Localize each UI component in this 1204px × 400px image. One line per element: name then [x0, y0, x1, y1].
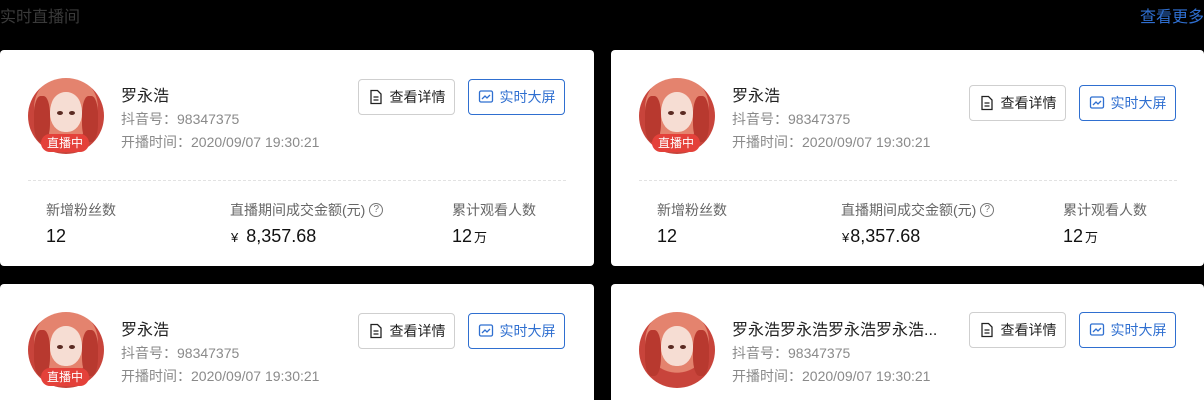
realtime-screen-button[interactable]: 实时大屏 — [468, 79, 565, 115]
view-detail-label: 查看详情 — [1000, 95, 1057, 111]
view-detail-button[interactable]: 查看详情 — [969, 85, 1066, 121]
document-icon — [369, 89, 382, 105]
realtime-screen-button[interactable]: 实时大屏 — [1079, 312, 1176, 348]
avatar[interactable] — [639, 312, 715, 388]
viewers-value: 12 — [452, 226, 473, 246]
viewers-unit: 万 — [1085, 230, 1099, 245]
gmv-value-group: ¥8,357.68 — [231, 226, 316, 247]
realtime-screen-label: 实时大屏 — [1110, 322, 1167, 338]
start-time: 开播时间：2020/09/07 19:30:21 — [121, 368, 320, 384]
help-icon[interactable]: ? — [980, 203, 995, 217]
view-detail-label: 查看详情 — [1000, 322, 1057, 338]
live-status-badge: 直播中 — [41, 134, 89, 152]
chart-icon — [1089, 323, 1104, 336]
view-detail-label: 查看详情 — [389, 323, 446, 339]
view-detail-button[interactable]: 查看详情 — [358, 313, 455, 349]
realtime-screen-button[interactable]: 实时大屏 — [1079, 85, 1176, 121]
viewers-label: 累计观看人数 — [452, 202, 536, 218]
start-time: 开播时间：2020/09/07 19:30:21 — [121, 134, 320, 150]
chart-icon — [478, 324, 493, 337]
document-icon — [369, 323, 382, 339]
gmv-label-group: 直播期间成交金额(元) ? — [841, 200, 995, 220]
realtime-screen-label: 实时大屏 — [499, 323, 556, 339]
view-detail-button[interactable]: 查看详情 — [358, 79, 455, 115]
live-room-card: 直播中 罗永浩 抖音号：98347375 开播时间：2020/09/07 19:… — [0, 50, 594, 266]
streamer-name: 罗永浩 — [732, 88, 781, 105]
help-icon[interactable]: ? — [369, 203, 384, 217]
viewers-label: 累计观看人数 — [1063, 202, 1147, 218]
live-room-card: 罗永浩罗永浩罗永浩罗永浩... 抖音号：98347375 开播时间：2020/0… — [611, 284, 1204, 400]
chart-icon — [1089, 96, 1104, 109]
streamer-name: 罗永浩 — [121, 322, 170, 339]
live-room-card: 直播中 罗永浩 抖音号：98347375 开播时间：2020/09/07 19:… — [611, 50, 1204, 266]
viewers-value-group: 12 万 — [1063, 226, 1098, 247]
viewers-value-group: 12 万 — [452, 226, 487, 247]
realtime-screen-button[interactable]: 实时大屏 — [468, 313, 565, 349]
new-fans-label: 新增粉丝数 — [46, 202, 116, 218]
streamer-name: 罗永浩 — [121, 88, 170, 105]
gmv-label: 直播期间成交金额(元) — [841, 202, 977, 218]
streamer-name: 罗永浩罗永浩罗永浩罗永浩... — [732, 322, 938, 339]
live-status-badge: 直播中 — [41, 368, 89, 386]
document-icon — [980, 95, 993, 111]
douyin-id: 抖音号：98347375 — [121, 345, 240, 361]
live-room-card: 直播中 罗永浩 抖音号：98347375 开播时间：2020/09/07 19:… — [0, 284, 594, 400]
new-fans-label: 新增粉丝数 — [657, 202, 727, 218]
section-title: 实时直播间 — [0, 9, 81, 26]
chart-icon — [478, 90, 493, 103]
document-icon — [980, 322, 993, 338]
divider — [639, 180, 1177, 181]
douyin-id: 抖音号：98347375 — [121, 111, 240, 127]
start-time: 开播时间：2020/09/07 19:30:21 — [732, 368, 931, 384]
view-detail-button[interactable]: 查看详情 — [969, 312, 1066, 348]
live-status-badge: 直播中 — [652, 134, 700, 152]
currency-symbol: ¥ — [842, 230, 850, 245]
viewers-value: 12 — [1063, 226, 1084, 246]
start-time: 开播时间：2020/09/07 19:30:21 — [732, 134, 931, 150]
gmv-value: 8,357.68 — [246, 226, 317, 246]
gmv-label-group: 直播期间成交金额(元) ? — [230, 200, 384, 220]
divider — [28, 180, 566, 181]
new-fans-value: 12 — [657, 226, 678, 246]
douyin-id: 抖音号：98347375 — [732, 111, 851, 127]
viewers-unit: 万 — [474, 230, 488, 245]
currency-symbol: ¥ — [231, 230, 239, 245]
realtime-screen-label: 实时大屏 — [1110, 95, 1167, 111]
gmv-label: 直播期间成交金额(元) — [230, 202, 366, 218]
gmv-value: 8,357.68 — [850, 226, 921, 246]
gmv-value-group: ¥8,357.68 — [842, 226, 920, 247]
douyin-id: 抖音号：98347375 — [732, 345, 851, 361]
see-more-link[interactable]: 查看更多 — [1140, 3, 1204, 27]
view-detail-label: 查看详情 — [389, 89, 446, 105]
new-fans-value: 12 — [46, 226, 67, 246]
realtime-screen-label: 实时大屏 — [499, 89, 556, 105]
